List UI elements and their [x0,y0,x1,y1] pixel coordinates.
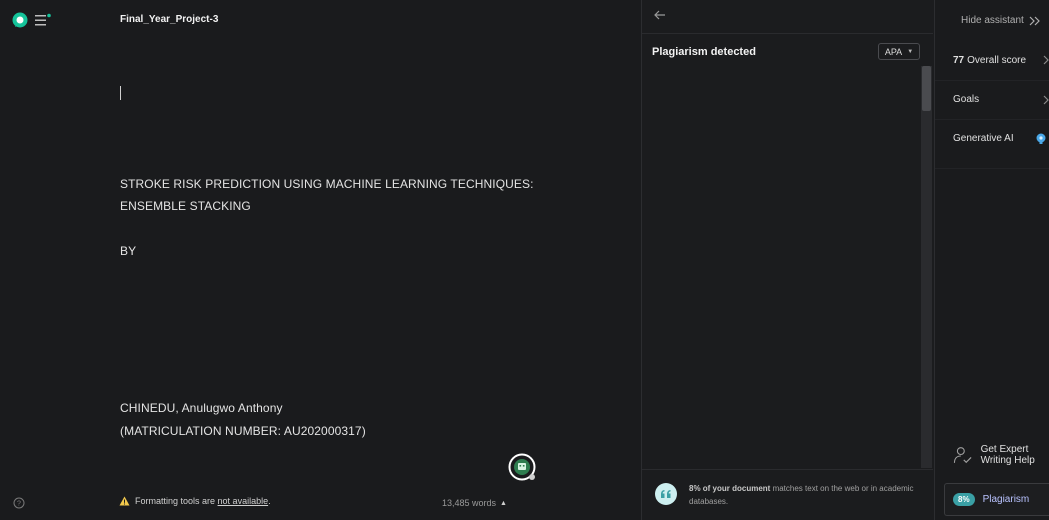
doc-text-line[interactable]: CHINEDU, Anulugwo Anthony [120,401,283,415]
doc-text-line[interactable]: BY [120,244,136,258]
grammarly-logo-icon[interactable] [12,12,28,28]
assistant-widget-icon[interactable] [508,453,536,481]
plagiarism-percent-badge: 8% [953,493,975,506]
doc-text-line[interactable]: ENSEMBLE STACKING [120,199,251,213]
text-cursor [120,86,121,100]
overall-score-row[interactable]: 77 Overall score [935,41,1049,79]
panel-title: Plagiarism detected [652,46,756,58]
hide-assistant-button[interactable]: Hide assistant [961,15,1041,26]
generative-ai-row[interactable]: Generative AI [935,119,1049,157]
chevron-right-icon [1043,55,1049,65]
person-check-icon [953,447,972,464]
warning-link[interactable]: not available [218,496,269,506]
match-percent: 8% of your document [689,484,771,493]
scrollbar-thumb[interactable] [922,66,931,111]
doc-text-line[interactable]: STROKE RISK PREDICTION USING MACHINE LEA… [120,177,534,191]
formatting-warning: Formatting tools are not available. [119,496,271,506]
document-title[interactable]: Final_Year_Project-3 [120,14,218,25]
plagiarism-label: Plagiarism [982,494,1030,505]
word-count-label: 13,485 words [442,498,497,508]
expert-help-label: Get Expert Writing Help [980,444,1035,466]
svg-text:?: ? [17,501,21,508]
warning-icon [119,496,130,506]
warning-suffix: . [268,496,271,506]
lightbulb-icon [1036,133,1046,144]
citation-style-value: APA [884,46,903,57]
divider [935,168,1049,169]
double-chevron-right-icon [1029,16,1040,25]
match-summary: 8% of your document matches text on the … [689,482,914,508]
generative-ai-label: Generative AI [953,133,1014,144]
caret-up-icon: ▲ [500,499,507,507]
hide-assistant-label: Hide assistant [961,15,1024,26]
editor-pane [0,0,641,520]
menu-icon[interactable] [34,12,52,28]
scrollbar-track[interactable] [921,66,932,468]
back-arrow-icon[interactable] [652,8,668,22]
goals-row[interactable]: Goals [935,80,1049,118]
quote-icon [655,483,677,505]
word-count[interactable]: 13,485 words ▲ [442,498,507,508]
caret-down-icon: ▼ [907,48,914,55]
plagiarism-tab[interactable]: 8% Plagiarism [944,483,1049,516]
plagiarism-panel [641,0,934,520]
divider [642,469,933,470]
help-icon[interactable]: ? [13,497,25,509]
citation-style-dropdown[interactable]: APA ▼ [878,43,920,60]
quote-marks-icon [661,490,671,498]
doc-text-line[interactable]: (MATRICULATION NUMBER: AU202000317) [120,424,366,438]
overall-score-label: Overall score [967,54,1027,66]
overall-score-value: 77 [953,54,965,66]
warning-text: Formatting tools are not available. [135,496,271,506]
warning-prefix: Formatting tools are [135,496,218,506]
goals-label: Goals [953,94,980,105]
expert-help-button[interactable]: Get Expert Writing Help [953,440,1049,470]
divider [642,33,933,34]
chevron-right-icon [1043,95,1049,105]
